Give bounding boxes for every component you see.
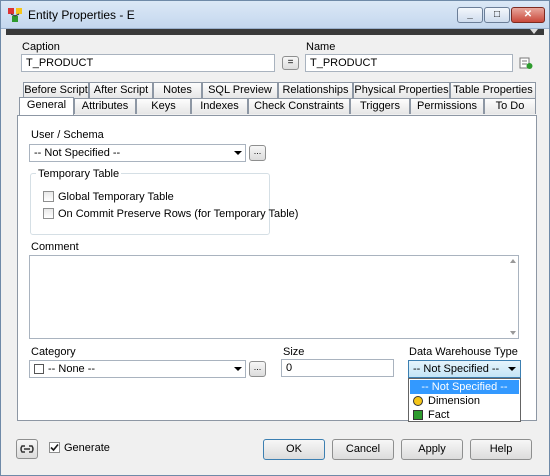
tab-attributes[interactable]: Attributes [74,98,136,114]
on-commit-label: On Commit Preserve Rows (for Temporary T… [58,208,299,220]
global-temporary-label: Global Temporary Table [58,191,174,203]
user-schema-label: User / Schema [31,129,104,141]
category-value: -- None -- [48,363,96,375]
app-icon [8,8,22,22]
name-field[interactable]: T_PRODUCT [305,54,513,72]
data-warehouse-label: Data Warehouse Type [409,346,518,358]
tab-triggers[interactable]: Triggers [350,98,410,114]
dw-option-dimension-label: Dimension [428,395,480,407]
comment-field[interactable] [29,255,519,339]
chevron-down-icon [234,367,242,371]
size-label: Size [283,346,305,358]
tab-relationships[interactable]: Relationships [278,82,353,98]
tab-check-constraints[interactable]: Check Constraints [248,98,350,114]
apply-button[interactable]: Apply [401,439,463,460]
ok-button[interactable]: OK [263,439,325,460]
fact-icon [413,410,423,420]
tab-to-do[interactable]: To Do [484,98,536,114]
dw-option-dimension[interactable]: Dimension [410,394,537,408]
dw-option-not-specified[interactable]: -- Not Specified -- [410,380,519,394]
dw-option-fact-label: Fact [428,409,450,421]
generate-checkbox[interactable] [49,442,60,453]
data-warehouse-select[interactable]: -- Not Specified -- [408,360,521,378]
user-schema-browse-button[interactable]: ... [249,145,266,161]
data-warehouse-value: -- Not Specified -- [413,363,500,375]
category-label: Category [31,346,76,358]
tab-indexes[interactable]: Indexes [191,98,248,114]
user-schema-value: -- Not Specified -- [34,147,121,159]
tab-physical-properties[interactable]: Physical Properties [353,82,450,98]
caption-label: Caption [22,41,60,53]
scroll-down-icon[interactable] [510,331,516,335]
name-label: Name [306,41,336,53]
tab-notes[interactable]: Notes [153,82,202,98]
toolbar-strip [6,29,544,35]
chevron-down-icon [530,29,538,34]
tab-general[interactable]: General [19,97,74,115]
title-bar: Entity Properties - E _ □ ✕ [1,1,549,29]
tab-sql-preview[interactable]: SQL Preview [202,82,278,98]
minimize-icon: _ [467,9,473,20]
toggle-view-button[interactable] [16,439,38,459]
caption-field[interactable]: T_PRODUCT [21,54,275,72]
on-commit-checkbox[interactable] [43,208,54,219]
copy-caption-to-name-button[interactable]: = [282,56,299,70]
temporary-table-group [30,173,270,235]
checkmark-icon [50,443,59,452]
close-icon: ✕ [523,9,533,20]
close-button[interactable]: ✕ [511,7,545,23]
minimize-button[interactable]: _ [457,7,483,23]
chevron-down-icon [234,151,242,155]
generate-label: Generate [64,442,110,454]
temporary-table-label: Temporary Table [36,168,122,180]
scroll-up-icon[interactable] [510,259,516,263]
entity-properties-window: Entity Properties - E _ □ ✕ Caption T_PR… [0,0,550,476]
tab-permissions[interactable]: Permissions [410,98,484,114]
tab-keys[interactable]: Keys [136,98,191,114]
category-browse-button[interactable]: ... [249,361,266,377]
data-warehouse-dropdown-list: -- Not Specified -- Dimension Fact [408,378,521,422]
dimension-icon [413,396,423,406]
tab-before-script[interactable]: Before Script [23,82,89,98]
window-title: Entity Properties - E [28,8,135,22]
user-schema-select[interactable]: -- Not Specified -- [29,144,246,162]
comment-label: Comment [31,241,79,253]
category-color-swatch [34,364,44,374]
tab-table-properties[interactable]: Table Properties [450,82,536,98]
maximize-button[interactable]: □ [484,7,510,23]
size-field[interactable]: 0 [281,359,394,377]
dw-option-fact[interactable]: Fact [410,408,537,422]
tab-after-script[interactable]: After Script [89,82,153,98]
chevron-down-icon [508,367,516,371]
category-select[interactable]: -- None -- [29,360,246,378]
link-icon [20,445,34,453]
maximize-icon: □ [493,9,501,20]
help-button[interactable]: Help [470,439,532,460]
name-options-icon[interactable] [519,56,533,70]
cancel-button[interactable]: Cancel [332,439,394,460]
global-temporary-checkbox[interactable] [43,191,54,202]
